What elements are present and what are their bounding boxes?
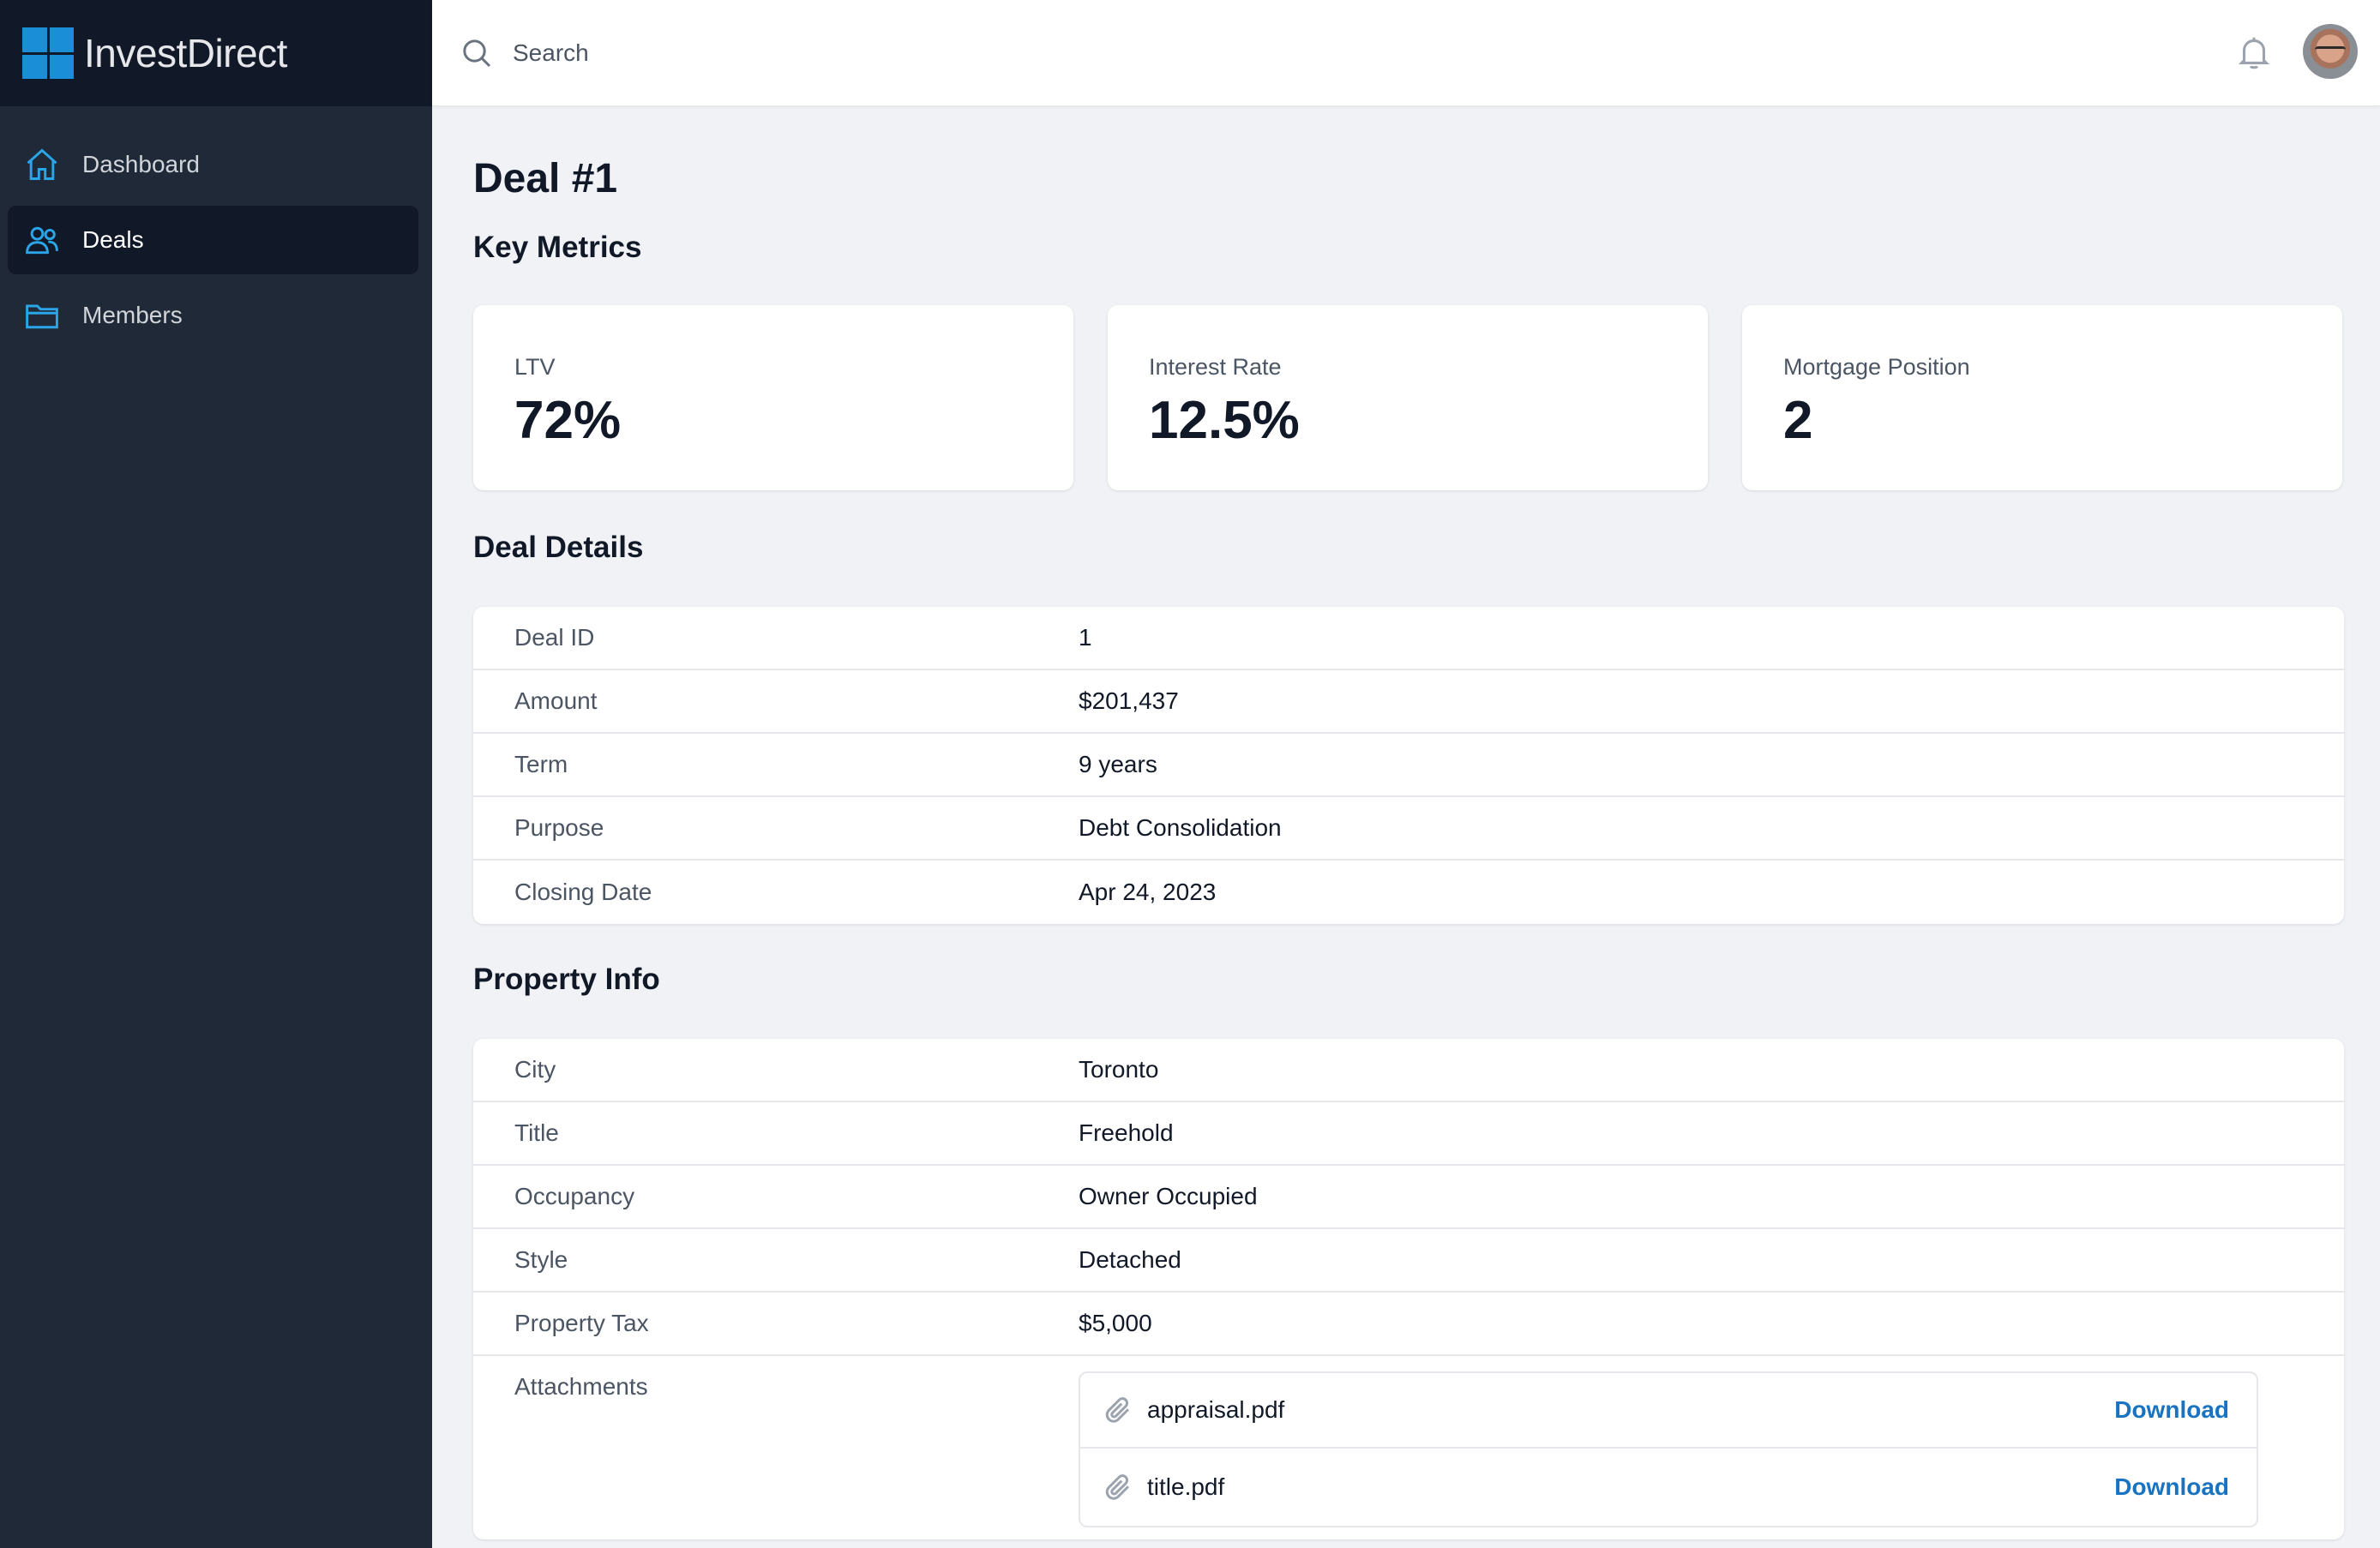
row-value: $5,000 bbox=[1079, 1310, 1152, 1336]
row-label: City bbox=[514, 1056, 556, 1083]
table-row: Amount $201,437 bbox=[473, 670, 2344, 734]
metric-value: 2 bbox=[1783, 391, 1813, 450]
attachment-name: title.pdf bbox=[1147, 1473, 1225, 1500]
row-value: Detached bbox=[1079, 1246, 1181, 1273]
brand-logo-icon bbox=[22, 27, 74, 79]
metric-card-interest-rate: Interest Rate 12.5% bbox=[1108, 305, 1708, 490]
row-label: Title bbox=[514, 1119, 559, 1146]
row-label: Term bbox=[514, 751, 568, 777]
home-icon bbox=[23, 146, 61, 183]
paperclip-icon bbox=[1103, 1472, 1133, 1503]
property-info-table: City Toronto Title Freehold Occupancy Ow… bbox=[473, 1039, 2344, 1539]
sidebar-item-dashboard[interactable]: Dashboard bbox=[8, 130, 418, 199]
attachment-name: appraisal.pdf bbox=[1147, 1396, 1285, 1423]
users-icon bbox=[23, 221, 61, 259]
attachment-item: appraisal.pdf Download bbox=[1080, 1373, 2257, 1449]
paperclip-icon bbox=[1103, 1395, 1133, 1425]
deal-details-title: Deal Details bbox=[473, 531, 644, 564]
download-link[interactable]: Download bbox=[2114, 1396, 2229, 1424]
table-row: Purpose Debt Consolidation bbox=[473, 797, 2344, 861]
row-value: $201,437 bbox=[1079, 687, 1179, 714]
bell-icon[interactable] bbox=[2234, 33, 2274, 72]
metric-label: Mortgage Position bbox=[1783, 354, 1970, 380]
row-label: Closing Date bbox=[514, 879, 652, 905]
brand-name: InvestDirect bbox=[84, 31, 287, 75]
table-row: Title Freehold bbox=[473, 1102, 2344, 1166]
row-value: Debt Consolidation bbox=[1079, 814, 1282, 841]
row-label: Style bbox=[514, 1246, 568, 1273]
download-link[interactable]: Download bbox=[2114, 1473, 2229, 1501]
metric-value: 72% bbox=[514, 391, 622, 450]
search-icon bbox=[460, 36, 494, 70]
attachments-row: Attachments appraisal.pdf Download title… bbox=[473, 1356, 2344, 1539]
metrics-row: LTV 72% Interest Rate 12.5% Mortgage Pos… bbox=[473, 305, 2344, 490]
search-input[interactable] bbox=[513, 39, 1884, 67]
property-info-title: Property Info bbox=[473, 963, 660, 996]
table-row: Style Detached bbox=[473, 1229, 2344, 1293]
sidebar-item-label: Members bbox=[82, 302, 183, 328]
row-label: Deal ID bbox=[514, 624, 595, 651]
row-value: Toronto bbox=[1079, 1056, 1159, 1083]
table-row: Deal ID 1 bbox=[473, 607, 2344, 670]
row-label: Occupancy bbox=[514, 1183, 635, 1209]
metric-card-mortgage-position: Mortgage Position 2 bbox=[1742, 305, 2342, 490]
row-value: Owner Occupied bbox=[1079, 1183, 1258, 1209]
row-label: Attachments bbox=[514, 1373, 648, 1400]
main-content: Deal #1 Key Metrics LTV 72% Interest Rat… bbox=[473, 106, 2344, 1539]
brand[interactable]: InvestDirect bbox=[0, 0, 432, 106]
table-row: Property Tax $5,000 bbox=[473, 1293, 2344, 1356]
row-value: Apr 24, 2023 bbox=[1079, 879, 1217, 905]
topbar bbox=[432, 0, 2380, 106]
table-row: Occupancy Owner Occupied bbox=[473, 1166, 2344, 1229]
sidebar-item-deals[interactable]: Deals bbox=[8, 206, 418, 274]
table-row: Term 9 years bbox=[473, 734, 2344, 797]
row-value: 9 years bbox=[1079, 751, 1157, 777]
sidebar-item-label: Dashboard bbox=[82, 151, 200, 177]
metric-label: Interest Rate bbox=[1149, 354, 1282, 380]
avatar[interactable] bbox=[2303, 24, 2358, 79]
attachments-list: appraisal.pdf Download title.pdf Downloa… bbox=[1079, 1371, 2258, 1527]
row-label: Amount bbox=[514, 687, 598, 714]
attachment-item: title.pdf Download bbox=[1080, 1449, 2257, 1526]
row-label: Purpose bbox=[514, 814, 604, 841]
metric-card-ltv: LTV 72% bbox=[473, 305, 1073, 490]
page-title: Deal #1 bbox=[473, 156, 618, 201]
row-value: 1 bbox=[1079, 624, 1092, 651]
metric-label: LTV bbox=[514, 354, 556, 380]
table-row: City Toronto bbox=[473, 1039, 2344, 1102]
deal-details-table: Deal ID 1 Amount $201,437 Term 9 years P… bbox=[473, 607, 2344, 924]
row-label: Property Tax bbox=[514, 1310, 649, 1336]
sidebar-item-members[interactable]: Members bbox=[8, 281, 418, 350]
sidebar-nav: Dashboard Deals Members bbox=[0, 106, 432, 350]
table-row: Closing Date Apr 24, 2023 bbox=[473, 861, 2344, 924]
sidebar: InvestDirect Dashboard Deals Members bbox=[0, 0, 432, 1548]
key-metrics-title: Key Metrics bbox=[473, 231, 642, 264]
sidebar-item-label: Deals bbox=[82, 226, 144, 253]
row-value: Freehold bbox=[1079, 1119, 1174, 1146]
metric-value: 12.5% bbox=[1149, 391, 1300, 450]
folder-icon bbox=[23, 297, 61, 334]
